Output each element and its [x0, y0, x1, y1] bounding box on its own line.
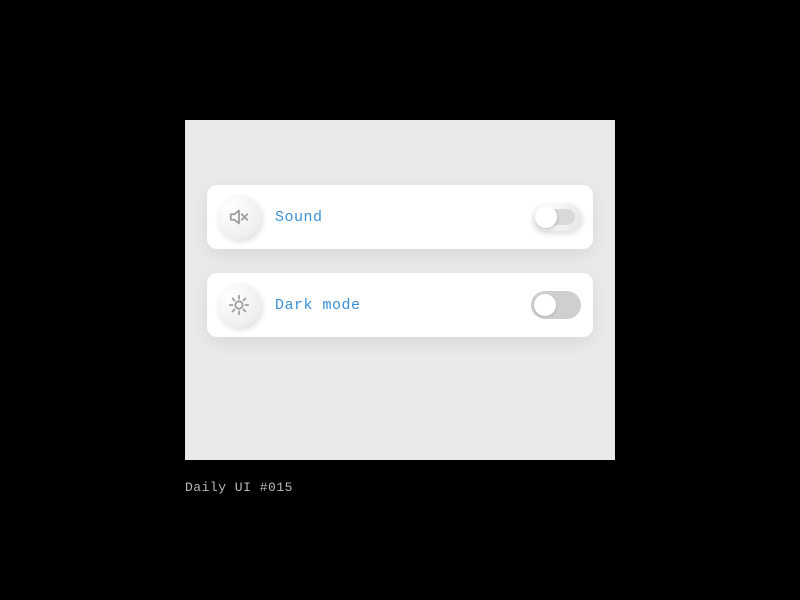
sun-icon	[217, 283, 261, 327]
darkmode-toggle[interactable]	[531, 291, 581, 319]
settings-panel: Sound Dark mode	[185, 120, 615, 460]
setting-row-darkmode: Dark mode	[207, 273, 593, 337]
sound-label: Sound	[275, 209, 531, 226]
darkmode-label: Dark mode	[275, 297, 531, 314]
sound-toggle[interactable]	[531, 203, 581, 231]
speaker-muted-icon	[217, 195, 261, 239]
setting-row-sound: Sound	[207, 185, 593, 249]
caption-text: Daily UI #015	[185, 480, 293, 495]
